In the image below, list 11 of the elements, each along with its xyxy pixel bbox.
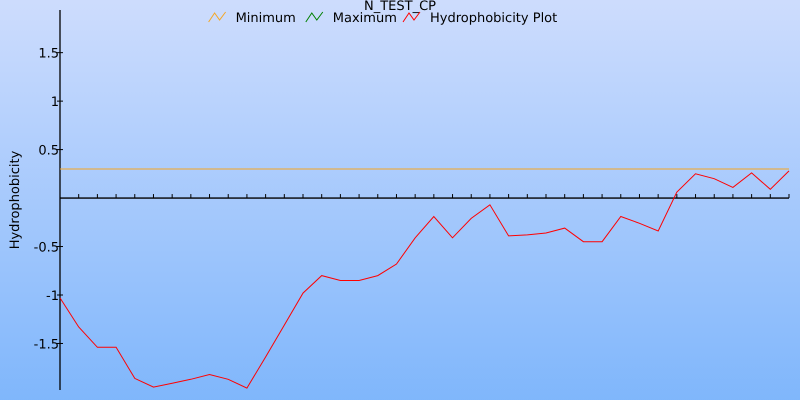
legend-label: Minimum	[236, 11, 296, 26]
legend-label: Maximum	[332, 11, 397, 26]
y-tick-label: -1	[46, 289, 59, 304]
y-tick-label: 1.5	[38, 46, 59, 62]
y-tick-label: 1	[50, 95, 59, 110]
y-tick-label: -1.5	[34, 337, 59, 352]
y-tick-label: -0.5	[34, 240, 59, 256]
y-tick-label: 0.5	[38, 144, 59, 159]
y-axis-title: Hydrophobicity	[8, 150, 23, 250]
chart-title: N_TEST_CP	[364, 0, 436, 14]
legend-label: Hydrophobicity Plot	[430, 11, 558, 26]
